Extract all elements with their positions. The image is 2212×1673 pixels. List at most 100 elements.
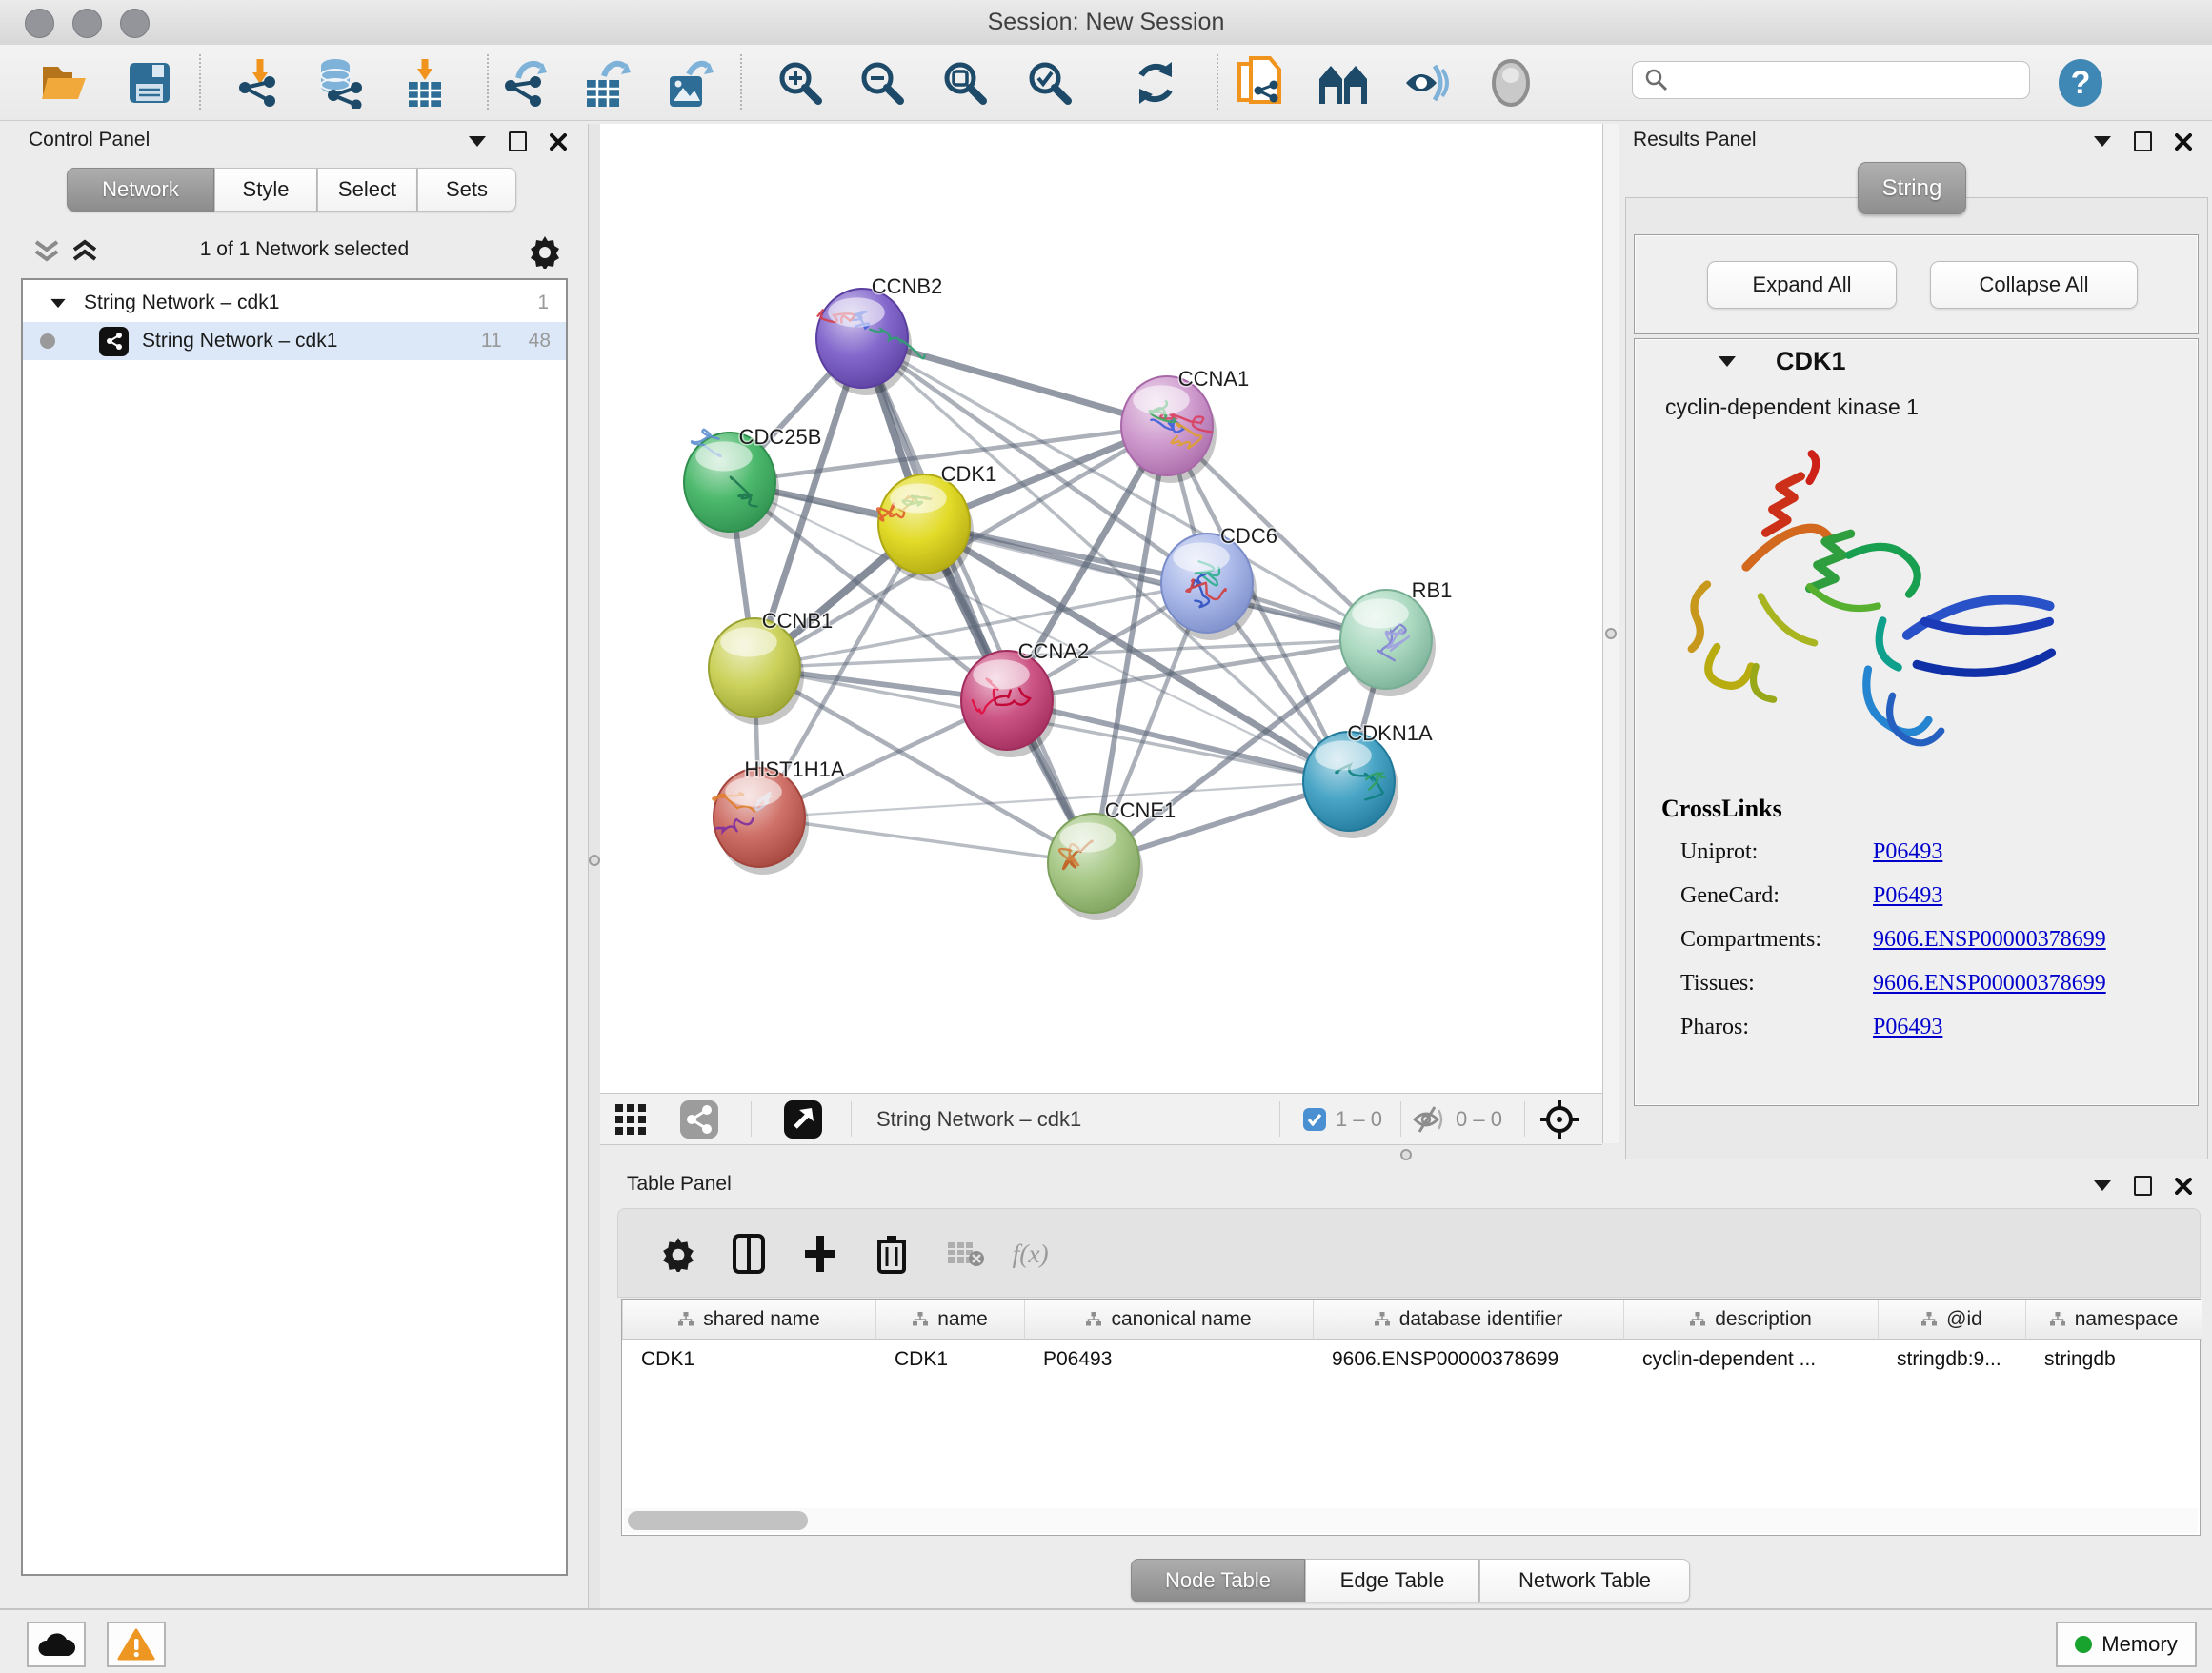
- table-cell[interactable]: stringdb: [2025, 1340, 2202, 1380]
- tab-string[interactable]: String: [1858, 162, 1966, 214]
- apply-layout-icon[interactable]: [1129, 56, 1182, 110]
- show-hide-graphics-icon[interactable]: [1401, 56, 1455, 110]
- import-network-file-icon[interactable]: [231, 56, 285, 110]
- expand-all-button[interactable]: Expand All: [1707, 261, 1897, 309]
- float-panel-icon[interactable]: [2134, 131, 2152, 151]
- column-header-name[interactable]: name: [875, 1300, 1024, 1340]
- network-collection-row[interactable]: String Network – cdk1 1: [23, 284, 566, 322]
- table-cell[interactable]: cyclin-dependent ...: [1623, 1340, 1878, 1380]
- table-horizontal-scrollbar[interactable]: [624, 1508, 2198, 1533]
- cloud-button[interactable]: [27, 1622, 86, 1667]
- network-graph[interactable]: CCNB2CCNA1CDC25BCDK1CDC6RB1CCNB1CCNA2CDK…: [600, 124, 1602, 1093]
- column-header-shared-name[interactable]: shared name: [622, 1300, 875, 1340]
- show-columns-icon[interactable]: [725, 1230, 773, 1278]
- column-header-namespace[interactable]: namespace: [2025, 1300, 2202, 1340]
- open-session-icon[interactable]: [38, 56, 91, 110]
- export-table-icon[interactable]: [580, 56, 633, 110]
- delete-column-icon[interactable]: [868, 1230, 915, 1278]
- node-HIST1H1A[interactable]: HIST1H1A: [713, 757, 845, 875]
- panel-menu-icon[interactable]: [469, 136, 486, 147]
- gene-description: cyclin-dependent kinase 1: [1665, 394, 1919, 420]
- crosslink-value-link[interactable]: 9606.ENSP00000378699: [1873, 927, 2106, 953]
- table-cell[interactable]: P06493: [1024, 1340, 1313, 1380]
- tab-node-table[interactable]: Node Table: [1131, 1559, 1305, 1602]
- search-input[interactable]: [1669, 69, 1997, 92]
- tab-edge-table[interactable]: Edge Table: [1305, 1559, 1479, 1602]
- crosslink-value-link[interactable]: 9606.ENSP00000378699: [1873, 971, 2106, 997]
- column-header-description[interactable]: description: [1623, 1300, 1878, 1340]
- column-header-@id[interactable]: @id: [1878, 1300, 2025, 1340]
- splitter-handle[interactable]: [589, 855, 600, 866]
- collection-collapse-icon[interactable]: [50, 298, 65, 307]
- table-cell[interactable]: stringdb:9...: [1878, 1340, 2025, 1380]
- table-settings-icon[interactable]: [654, 1230, 702, 1278]
- network-from-clipboard-icon[interactable]: [1233, 56, 1286, 110]
- crosslink-value-link[interactable]: P06493: [1873, 839, 1942, 865]
- crosslink-value-link[interactable]: P06493: [1873, 1015, 1942, 1040]
- network-canvas[interactable]: CCNB2CCNA1CDC25BCDK1CDC6RB1CCNB1CCNA2CDK…: [600, 124, 1602, 1093]
- open-in-browser-icon[interactable]: [784, 1094, 822, 1144]
- save-session-icon[interactable]: [123, 56, 176, 110]
- collapse-all-button[interactable]: Collapse All: [1930, 261, 2138, 309]
- tab-network[interactable]: Network: [67, 168, 214, 212]
- close-panel-icon[interactable]: [2175, 133, 2192, 151]
- zoom-selected-icon[interactable]: [1023, 56, 1076, 110]
- zoom-out-icon[interactable]: [855, 56, 909, 110]
- gene-section-header[interactable]: CDK1: [1635, 339, 2198, 383]
- export-network-icon[interactable]: [498, 56, 552, 110]
- panel-menu-icon[interactable]: [2094, 1180, 2111, 1191]
- search-field[interactable]: [1632, 61, 2030, 99]
- tab-sets[interactable]: Sets: [417, 168, 516, 212]
- close-panel-icon[interactable]: [550, 133, 567, 151]
- node-CDKN1A[interactable]: CDKN1A: [1303, 721, 1433, 838]
- memory-button[interactable]: Memory: [2056, 1622, 2197, 1667]
- export-image-icon[interactable]: [663, 56, 716, 110]
- tab-style[interactable]: Style: [214, 168, 317, 212]
- node-CDK1[interactable]: CDK1: [877, 462, 996, 581]
- zoom-in-icon[interactable]: [774, 56, 827, 110]
- network-row-selected[interactable]: String Network – cdk1 11 48: [23, 322, 566, 360]
- column-header-database-identifier[interactable]: database identifier: [1313, 1300, 1623, 1340]
- import-network-database-icon[interactable]: [312, 56, 365, 110]
- column-header-canonical-name[interactable]: canonical name: [1024, 1300, 1313, 1340]
- create-column-icon[interactable]: [796, 1230, 844, 1278]
- network-grid-view-icon[interactable]: [615, 1094, 646, 1144]
- splitter-handle[interactable]: [1400, 1149, 1412, 1160]
- float-panel-icon[interactable]: [2134, 1176, 2152, 1196]
- panel-menu-icon[interactable]: [2094, 136, 2111, 147]
- edge-CCNB2-CCNE1[interactable]: [862, 338, 1094, 863]
- birds-eye-view-icon[interactable]: [1484, 56, 1538, 110]
- birds-eye-toggle-icon[interactable]: [1539, 1094, 1579, 1144]
- node-CDC6[interactable]: CDC6: [1161, 524, 1277, 640]
- table-cell[interactable]: CDK1: [622, 1340, 875, 1380]
- table-cell[interactable]: 9606.ENSP00000378699: [1313, 1340, 1623, 1380]
- network-share-icon[interactable]: [680, 1094, 718, 1144]
- section-collapse-icon[interactable]: [1719, 356, 1736, 367]
- control-panel: Control Panel NetworkStyleSelectSets 1 o…: [11, 124, 588, 1608]
- crosslink-value-link[interactable]: P06493: [1873, 883, 1942, 909]
- node-RB1[interactable]: RB1: [1340, 578, 1452, 696]
- edge-HIST1H1A-CCNE1[interactable]: [759, 817, 1094, 863]
- splitter-handle[interactable]: [1605, 628, 1617, 639]
- first-neighbors-icon[interactable]: [1317, 56, 1371, 110]
- hidden-elements-icon[interactable]: [1412, 1094, 1446, 1144]
- node-CCNB2[interactable]: CCNB2: [816, 274, 942, 395]
- tab-network-table[interactable]: Network Table: [1479, 1559, 1690, 1602]
- results-panel-splitter[interactable]: [1602, 124, 1621, 1143]
- function-builder-icon[interactable]: f(x): [1011, 1230, 1058, 1278]
- warning-button[interactable]: [107, 1622, 166, 1667]
- help-button[interactable]: ?: [2054, 56, 2107, 110]
- node-CCNA1[interactable]: CCNA1: [1121, 367, 1249, 483]
- import-table-file-icon[interactable]: [398, 56, 452, 110]
- close-panel-icon[interactable]: [2175, 1178, 2192, 1195]
- gear-icon[interactable]: [528, 234, 562, 269]
- memory-label: Memory: [2101, 1632, 2177, 1657]
- table-cell[interactable]: CDK1: [875, 1340, 1024, 1380]
- node-CCNB1[interactable]: CCNB1: [709, 609, 833, 725]
- tab-select[interactable]: Select: [317, 168, 417, 212]
- float-panel-icon[interactable]: [509, 131, 527, 151]
- fit-content-icon[interactable]: [938, 56, 992, 110]
- selected-elements-checkbox[interactable]: [1303, 1094, 1326, 1144]
- delete-table-icon[interactable]: [942, 1230, 990, 1278]
- scrollbar-thumb[interactable]: [628, 1511, 808, 1530]
